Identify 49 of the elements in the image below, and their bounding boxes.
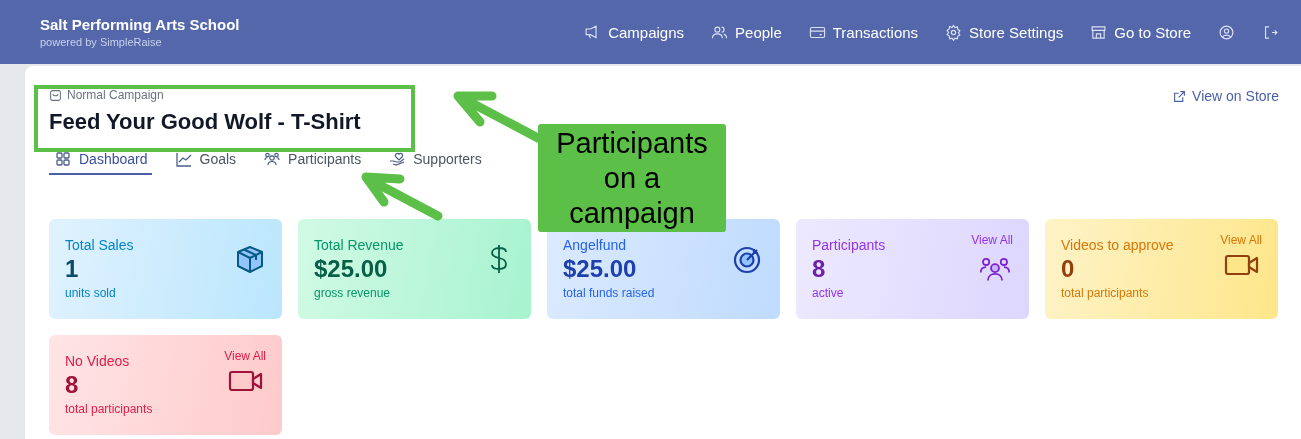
nav-link[interactable]: Campaigns: [584, 23, 685, 41]
nav-link[interactable]: Go to Store: [1090, 23, 1191, 41]
stat-value: $25.00: [563, 255, 638, 283]
hand-heart-icon: [389, 151, 406, 167]
stat-label: Videos to approve: [1061, 237, 1174, 253]
video-camera-icon: [228, 369, 264, 393]
school-name: Salt Performing Arts School: [40, 16, 240, 33]
stat-value: $25.00: [314, 255, 389, 283]
stat-label: Total Sales: [65, 237, 134, 253]
tab[interactable]: Dashboard: [49, 151, 152, 175]
nav-link[interactable]: Store Settings: [945, 23, 1064, 41]
settings-icon: [945, 23, 963, 41]
bag-icon: [49, 88, 62, 102]
view-all-link[interactable]: View All: [971, 233, 1013, 247]
callout-note: Participants on a campaign: [538, 124, 726, 232]
view-all-link[interactable]: View All: [1220, 233, 1262, 247]
powered-by: powered by SimpleRaise: [40, 36, 163, 48]
tab[interactable]: Participants: [258, 151, 366, 175]
view-all-link[interactable]: View All: [224, 349, 266, 363]
stat-caption: total participants: [1061, 286, 1150, 300]
line-chart-icon: [175, 151, 192, 167]
tab[interactable]: Goals: [169, 151, 241, 175]
stat-label: No Videos: [65, 353, 131, 369]
stat-value: 1: [65, 255, 80, 283]
stat-label: Total Revenue: [314, 237, 404, 253]
stat-value: 8: [65, 371, 80, 399]
external-link-icon: [1173, 89, 1187, 103]
campaign-title: Feed Your Good Wolf - T-Shirt: [49, 109, 361, 135]
nav-link[interactable]: People: [711, 23, 782, 41]
stat-label: Angelfund: [563, 237, 628, 253]
stat-caption: total participants: [65, 402, 153, 416]
stat-value: 0: [1061, 255, 1076, 283]
box-icon: [234, 243, 266, 275]
stat-caption: active: [812, 286, 845, 300]
grid-icon: [55, 151, 71, 167]
people-icon: [264, 151, 281, 167]
nav-link[interactable]: Transactions: [808, 23, 919, 41]
view-on-store-link[interactable]: View on Store: [1173, 88, 1279, 104]
stat-caption: units sold: [65, 286, 117, 300]
stat-value: 8: [812, 255, 827, 283]
logout-button[interactable]: [1262, 23, 1279, 41]
stat-caption: gross revenue: [314, 286, 392, 300]
tab[interactable]: Supporters: [383, 151, 486, 175]
campaign-type-label: Normal Campaign: [67, 88, 164, 102]
profile-button[interactable]: [1218, 23, 1235, 41]
video-camera-icon: [1224, 253, 1260, 277]
stat-label: Participants: [812, 237, 886, 253]
stat-caption: total funds raised: [563, 286, 655, 300]
store-icon: [1090, 23, 1108, 41]
